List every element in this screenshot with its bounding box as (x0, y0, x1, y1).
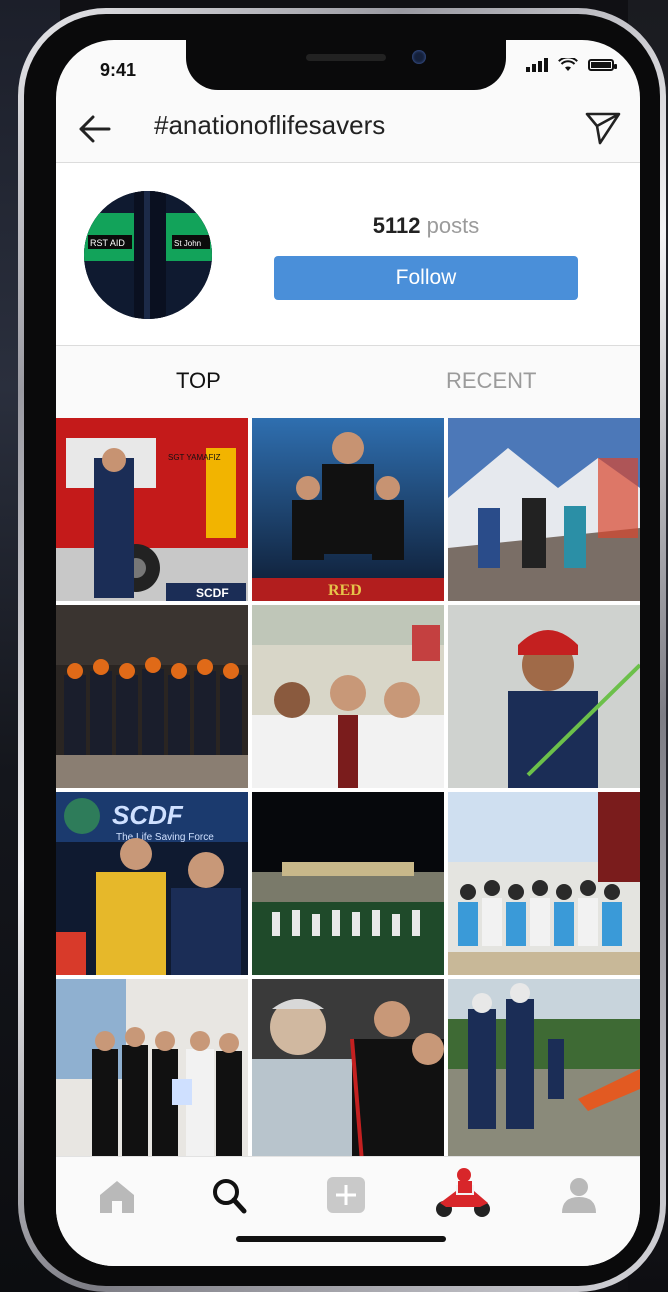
photo-field-ops (448, 979, 640, 1162)
status-time: 9:41 (100, 60, 137, 80)
back-arrow-icon[interactable] (78, 114, 112, 144)
send-icon[interactable] (584, 110, 622, 146)
search-icon[interactable] (204, 1173, 254, 1217)
home-indicator (236, 1236, 446, 1242)
signal-icon (526, 58, 548, 72)
photo-students (448, 792, 640, 975)
photo-poster: RED (252, 418, 444, 601)
photo-mountain (448, 418, 640, 601)
post-count-number: 5112 (372, 213, 421, 238)
photo-grid: SCDF SGT YAMAFIZ RED SCDF The Life Savin… (56, 418, 640, 1162)
post-count-label: posts (426, 213, 480, 238)
tab-recent[interactable]: RECENT (446, 368, 536, 394)
grid-photo[interactable]: SCDF SGT YAMAFIZ (56, 418, 248, 601)
bottom-tab-bar (56, 1156, 640, 1266)
tile-overlay-text: SCDF (112, 800, 184, 830)
grid-photo[interactable] (448, 792, 640, 975)
header-bar: #anationoflifesavers (56, 96, 640, 163)
photo-scdf-duo: SCDF The Life Saving Force (56, 792, 248, 975)
hashtag-title: #anationoflifesavers (154, 110, 386, 140)
activity-icon[interactable] (430, 1165, 496, 1221)
tile-overlay-text: SCDF (196, 586, 229, 600)
grid-photo[interactable] (252, 979, 444, 1162)
photo-award (56, 979, 248, 1162)
hashtag-profile: RST AID St John 5112 posts Follow (56, 163, 640, 346)
phone-screen: 9:41 #anationoflifesavers RST AID St Joh… (56, 40, 640, 1266)
tile-sublabel: SGT YAMAFIZ (168, 453, 221, 462)
avatar-badge-left: RST AID (90, 238, 125, 248)
tab-top[interactable]: TOP (176, 368, 221, 394)
photo-pinning (252, 979, 444, 1162)
grid-photo[interactable]: SCDF The Life Saving Force (56, 792, 248, 975)
wifi-icon (558, 58, 578, 71)
follow-button[interactable]: Follow (274, 256, 578, 300)
grid-photo[interactable] (448, 605, 640, 788)
hashtag-avatar[interactable]: RST AID St John (84, 191, 212, 319)
speaker-grille (306, 54, 386, 61)
photo-fire-engine: SCDF SGT YAMAFIZ (56, 418, 248, 601)
tile-overlay-text: RED (328, 582, 362, 599)
avatar-badge-right: St John (174, 239, 201, 248)
phone-notch (186, 40, 506, 90)
photo-rescuer (448, 605, 640, 788)
battery-icon (588, 59, 617, 71)
photo-selfie (252, 605, 444, 788)
grid-photo[interactable] (56, 979, 248, 1162)
grid-photo[interactable] (252, 792, 444, 975)
front-camera (412, 50, 426, 64)
grid-photo[interactable] (448, 979, 640, 1162)
status-icons (526, 58, 617, 72)
photo-group-night (56, 605, 248, 788)
grid-photo[interactable] (448, 418, 640, 601)
feed-tabs: TOP RECENT (56, 346, 640, 416)
home-icon[interactable] (92, 1173, 142, 1217)
grid-photo[interactable] (252, 605, 444, 788)
photo-stadium (252, 792, 444, 975)
avatar-image: RST AID St John (84, 191, 212, 319)
grid-photo[interactable]: RED (252, 418, 444, 601)
post-count: 5112 posts (274, 213, 578, 239)
add-post-icon[interactable] (321, 1173, 371, 1217)
profile-icon[interactable] (554, 1173, 604, 1217)
grid-photo[interactable] (56, 605, 248, 788)
